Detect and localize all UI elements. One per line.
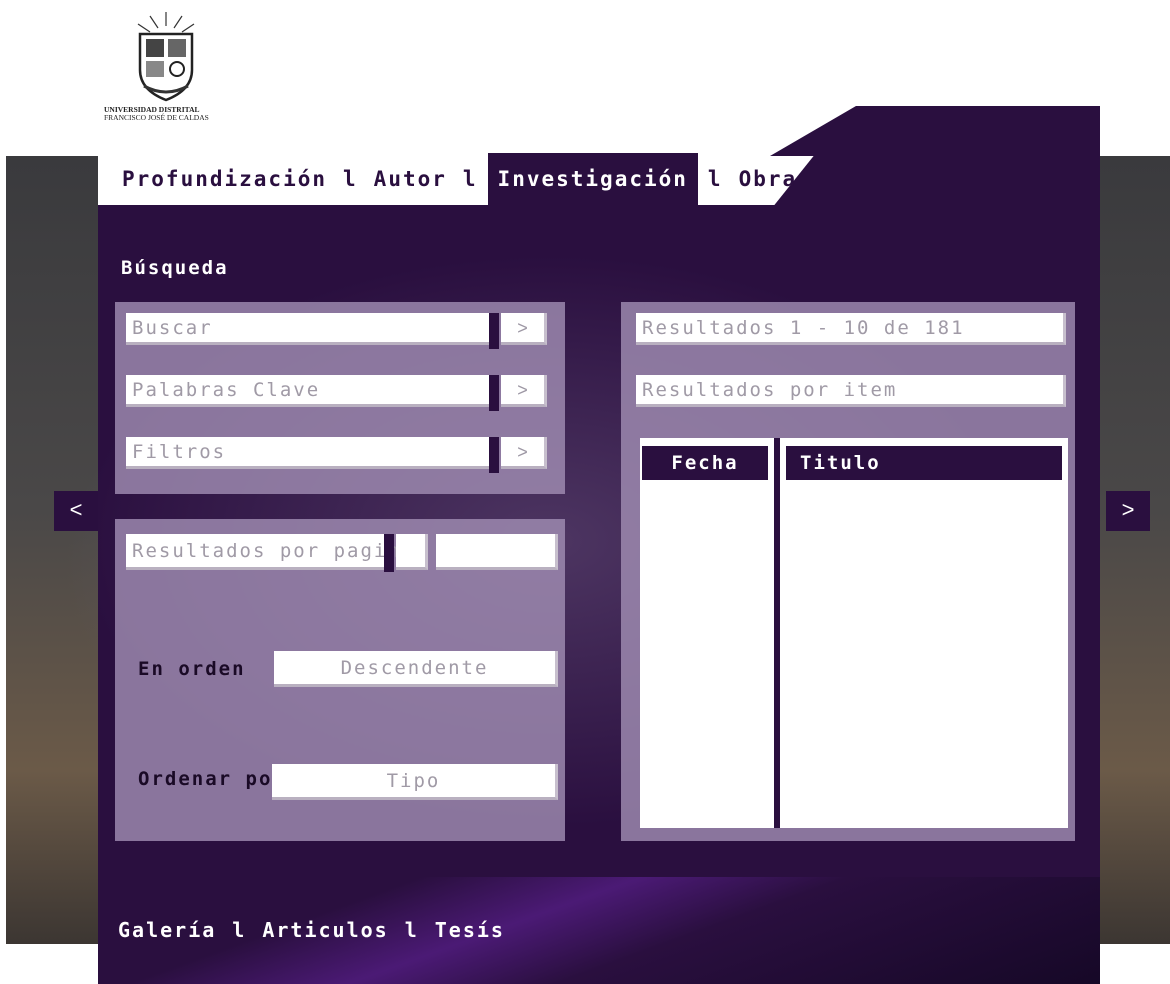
- footer-separator: l: [404, 918, 419, 942]
- keywords-go-button[interactable]: >: [501, 375, 547, 407]
- search-go-button[interactable]: >: [501, 313, 547, 345]
- tab-investigacion[interactable]: Investigación: [487, 153, 698, 205]
- next-arrow-button[interactable]: >: [1106, 491, 1150, 531]
- tab-obra[interactable]: Obra: [733, 153, 804, 205]
- footer-separator: l: [232, 918, 247, 942]
- university-name-line2: FRANCISCO JOSÉ DE CALDAS: [104, 113, 209, 122]
- column-divider: [774, 438, 780, 828]
- column-header-fecha[interactable]: Fecha: [642, 446, 768, 480]
- university-crest-icon: [137, 12, 195, 102]
- search-input-caret: [489, 313, 499, 349]
- results-per-item: Resultados por item: [636, 375, 1066, 407]
- results-per-page-label: Resultados por pagina: [126, 534, 412, 570]
- results-per-page-caret: [384, 534, 394, 572]
- tab-bar-corner: [770, 106, 1100, 156]
- tab-autor[interactable]: Autor: [368, 153, 453, 205]
- results-per-page-select[interactable]: [436, 534, 558, 570]
- footer-link-tesis[interactable]: Tesís: [435, 918, 505, 942]
- order-select[interactable]: Descendente: [274, 651, 558, 687]
- filters-input[interactable]: Filtros: [126, 437, 492, 469]
- footer-link-galeria[interactable]: Galería: [118, 918, 216, 942]
- sort-by-select[interactable]: Tipo: [272, 764, 558, 800]
- footer-links: Galería l Articulos l Tesís: [118, 918, 505, 942]
- order-label: En orden: [138, 658, 246, 680]
- column-header-titulo[interactable]: Titulo: [786, 446, 1062, 480]
- tab-separator: l: [462, 167, 478, 191]
- university-logo[interactable]: UNIVERSIDAD DISTRITAL FRANCISCO JOSÉ DE …: [104, 12, 244, 130]
- tab-separator: l: [343, 167, 358, 191]
- prev-arrow-button[interactable]: <: [54, 491, 98, 531]
- results-summary: Resultados 1 - 10 de 181: [636, 313, 1066, 345]
- keywords-input-caret: [489, 375, 499, 411]
- search-input[interactable]: Buscar: [126, 313, 492, 345]
- filters-go-button[interactable]: >: [501, 437, 547, 469]
- tab-profundizacion[interactable]: Profundización: [98, 153, 333, 205]
- sort-by-label: Ordenar por: [138, 768, 286, 790]
- keywords-input[interactable]: Palabras Clave: [126, 375, 492, 407]
- results-per-page-input[interactable]: [396, 534, 428, 570]
- tab-list: Profundización l Autor l Investigación l…: [98, 153, 803, 205]
- search-section-title: Búsqueda: [121, 257, 229, 279]
- footer-link-articulos[interactable]: Articulos: [262, 918, 388, 942]
- filters-input-caret: [489, 437, 499, 473]
- results-table: Fecha Titulo: [640, 438, 1068, 828]
- tab-separator: l: [707, 167, 723, 191]
